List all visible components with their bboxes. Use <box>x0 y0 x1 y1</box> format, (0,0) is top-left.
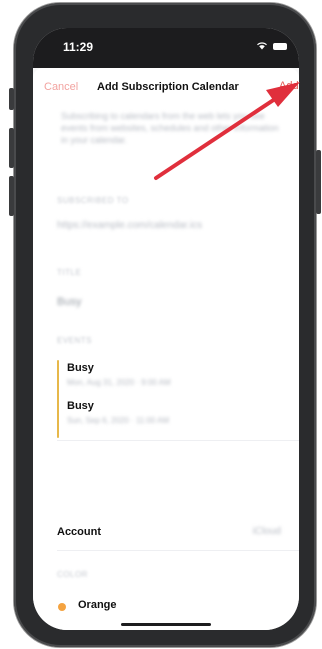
description-text: Subscribing to calendars from the web le… <box>61 111 279 145</box>
events-header: EVENTS <box>57 336 93 345</box>
color-row[interactable]: Orange <box>33 594 299 620</box>
nav-bar: Cancel Add Subscription Calendar Add <box>33 68 299 104</box>
subscribed-to-header: SUBSCRIBED TO <box>57 196 129 205</box>
subscription-sheet: Cancel Add Subscription Calendar Add Sub… <box>33 68 299 630</box>
event-time: Mon, Aug 31, 2020 · 9:00 AM <box>67 378 171 387</box>
volume-down-button <box>9 176 14 216</box>
title-value: Busy <box>57 296 82 308</box>
page-title: Add Subscription Calendar <box>97 81 239 93</box>
event-time: Sun, Sep 6, 2020 · 11:00 AM <box>67 416 170 425</box>
account-row[interactable]: Account iCloud <box>33 520 299 546</box>
power-button <box>316 150 321 214</box>
account-value: iCloud <box>252 526 281 537</box>
volume-up-button <box>9 128 14 168</box>
add-button[interactable]: Add <box>279 80 299 92</box>
event-title: Busy <box>67 362 94 374</box>
status-bar: 11:29 <box>33 28 299 68</box>
wifi-icon <box>257 42 267 50</box>
home-indicator <box>121 623 211 626</box>
mute-switch <box>9 88 14 110</box>
subscribed-url-value: https://example.com/calendar.ics <box>57 220 203 231</box>
status-time: 11:29 <box>63 40 94 54</box>
title-field[interactable]: Busy <box>33 290 299 316</box>
event-color-bar <box>57 360 59 400</box>
event-item: Busy Sun, Sep 6, 2020 · 11:00 AM <box>57 398 277 438</box>
subscribed-url-field[interactable]: https://example.com/calendar.ics <box>33 214 299 240</box>
battery-icon <box>273 43 287 50</box>
orange-dot-icon <box>58 603 66 611</box>
event-color-bar <box>57 398 59 438</box>
color-header: COLOR <box>57 570 88 579</box>
title-header: TITLE <box>57 268 82 277</box>
divider <box>57 550 299 551</box>
divider <box>57 440 299 441</box>
cancel-button[interactable]: Cancel <box>44 81 78 93</box>
event-title: Busy <box>67 400 94 412</box>
account-label: Account <box>57 526 101 538</box>
screen: 11:29 Cancel Add Subscription Calendar A… <box>33 28 299 630</box>
event-item: Busy Mon, Aug 31, 2020 · 9:00 AM <box>57 360 277 400</box>
color-label: Orange <box>78 599 117 611</box>
